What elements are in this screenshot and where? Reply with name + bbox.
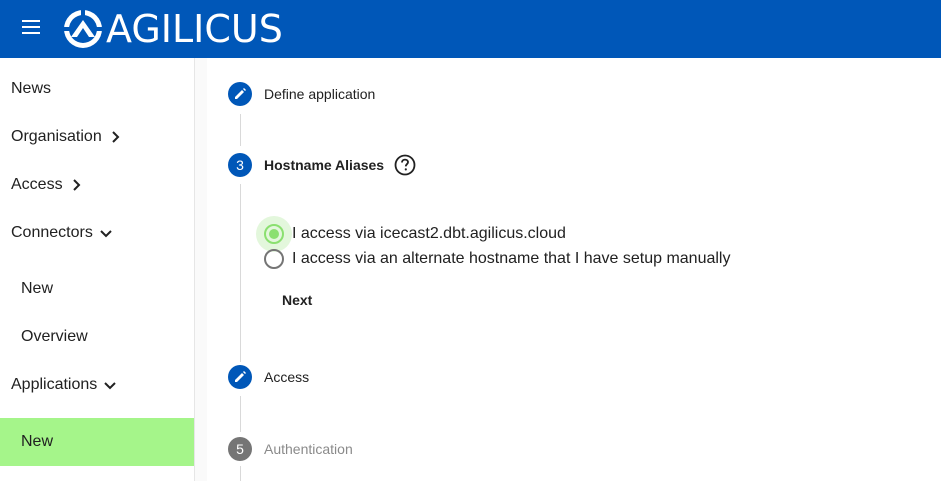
step-hostname-aliases[interactable]: 3 Hostname Aliases <box>228 153 416 177</box>
stepper-line <box>240 114 241 146</box>
chevron-down-icon <box>99 226 113 240</box>
radio-label: I access via an alternate hostname that … <box>292 250 731 267</box>
step-label: Hostname Aliases <box>264 157 385 173</box>
sidebar-item-label: New <box>21 280 54 297</box>
sidebar-item-label: News <box>11 80 52 97</box>
sidebar-item-connectors-new[interactable]: New <box>0 265 194 313</box>
sidebar-item-applications[interactable]: Applications <box>0 361 194 409</box>
step-label: Access <box>264 369 310 385</box>
radio-option-default-hostname[interactable]: I access via icecast2.dbt.agilicus.cloud <box>264 224 566 244</box>
sidebar-item-connectors-overview[interactable]: Overview <box>0 313 194 361</box>
sidebar-item-label: Organisation <box>11 128 102 145</box>
brand-logo[interactable]: AGILICUS <box>62 8 283 50</box>
sidebar-item-access[interactable]: Access <box>0 161 194 209</box>
sidebar-item-label: Access <box>11 176 63 193</box>
brand-name: AGILICUS <box>106 7 283 51</box>
next-button[interactable]: Next <box>274 286 320 314</box>
radio-button[interactable] <box>264 249 284 269</box>
sidebar-item-organisation[interactable]: Organisation <box>0 113 194 161</box>
help-circle-icon[interactable] <box>394 154 416 176</box>
radio-label: I access via icecast2.dbt.agilicus.cloud <box>292 225 566 242</box>
agilicus-logo-icon <box>64 10 102 48</box>
sidebar-item-applications-new[interactable]: New <box>0 418 194 466</box>
step-authentication[interactable]: 5 Authentication <box>228 437 353 461</box>
chevron-right-icon <box>108 130 122 144</box>
radio-option-alternate-hostname[interactable]: I access via an alternate hostname that … <box>264 249 730 269</box>
stepper-line <box>240 184 241 362</box>
sidebar-item-label: Applications <box>11 376 98 393</box>
chevron-right-icon <box>69 178 83 192</box>
sidebar-item-label: New <box>21 433 54 450</box>
top-app-bar: AGILICUS <box>0 0 941 58</box>
hamburger-menu-icon[interactable] <box>22 20 40 34</box>
sidebar-item-label: Overview <box>21 328 88 345</box>
step-label: Define application <box>264 86 376 102</box>
content-gutter <box>195 58 207 481</box>
sidebar-item-connectors[interactable]: Connectors <box>0 209 194 257</box>
pencil-icon <box>228 365 252 389</box>
main-content <box>195 58 941 481</box>
sidebar-item-label: Connectors <box>11 224 93 241</box>
step-access[interactable]: Access <box>228 365 309 389</box>
stepper-line <box>240 396 241 432</box>
sidebar-item-news[interactable]: News <box>0 65 194 113</box>
stepper-line <box>240 466 241 481</box>
sidebar-nav: News Organisation Access Connectors New … <box>0 58 195 481</box>
pencil-icon <box>228 82 252 106</box>
radio-button-checked[interactable] <box>264 224 284 244</box>
chevron-down-icon <box>103 378 117 392</box>
step-number: 5 <box>228 437 252 461</box>
step-define-application[interactable]: Define application <box>228 82 375 106</box>
step-number: 3 <box>228 153 252 177</box>
step-label: Authentication <box>264 441 353 457</box>
